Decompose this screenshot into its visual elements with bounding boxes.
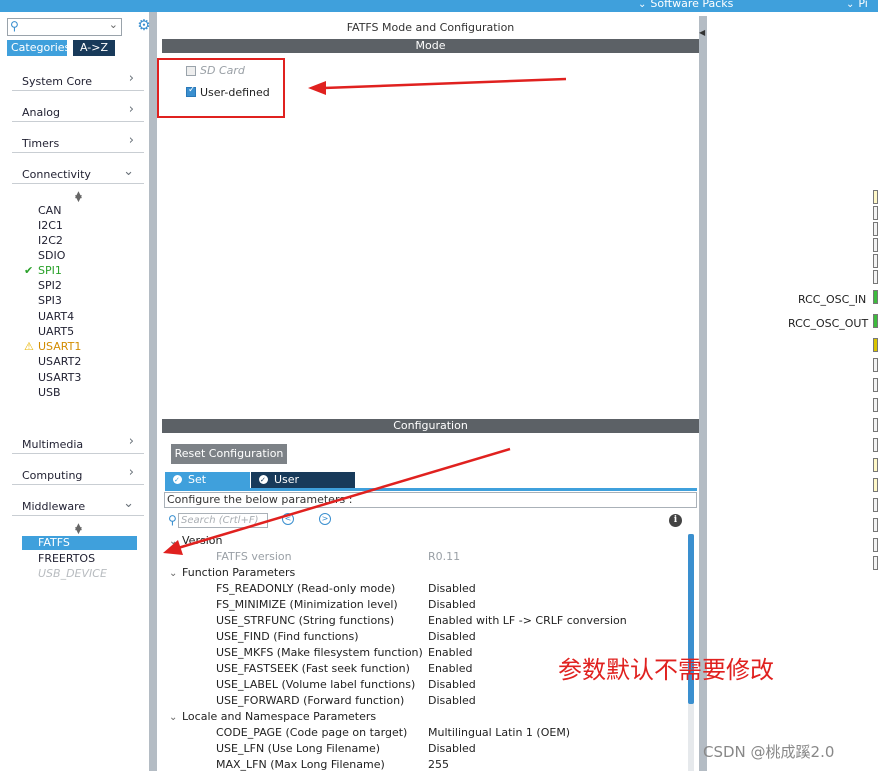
annotation-text: 参数默认不需要修改 xyxy=(558,656,774,684)
arrowhead xyxy=(163,540,183,555)
watermark: CSDN @桃成蹊2.0 xyxy=(703,743,835,761)
arrow-to-fatfs xyxy=(177,447,511,550)
arrowhead xyxy=(308,81,326,95)
arrow-to-user-defined xyxy=(323,77,567,90)
